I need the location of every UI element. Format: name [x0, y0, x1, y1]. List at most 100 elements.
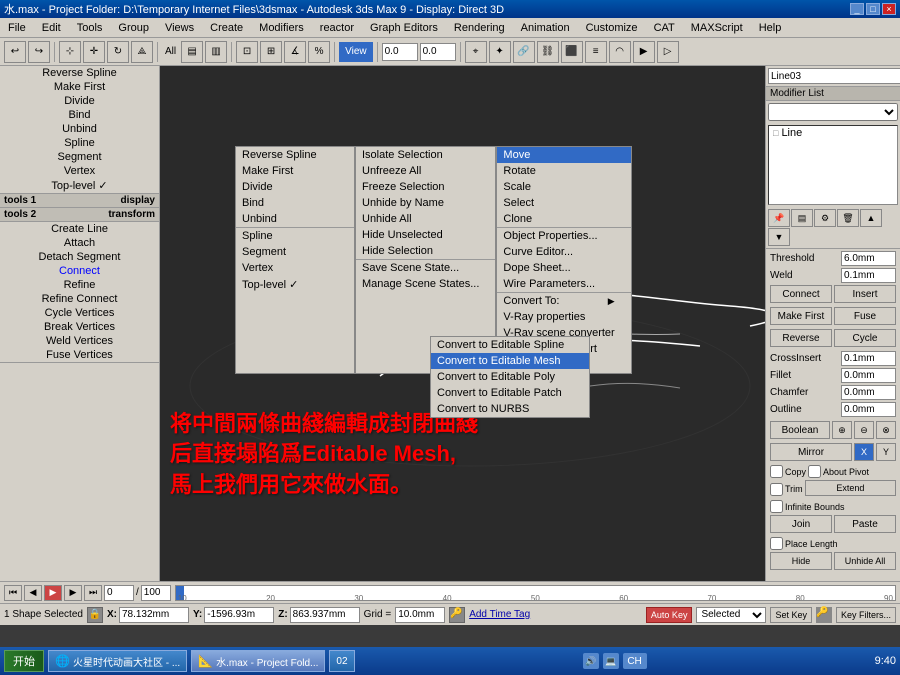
bool-sub-btn[interactable]: ⊖: [854, 421, 874, 439]
threshold-input[interactable]: [841, 251, 896, 266]
crossinsert-input[interactable]: [841, 351, 896, 366]
x-input[interactable]: [119, 607, 189, 623]
toolbar-link[interactable]: 🔗: [513, 41, 535, 63]
viewport[interactable]: Perspective X Y: [160, 66, 765, 581]
insert-btn[interactable]: Insert: [834, 285, 896, 303]
anim-play[interactable]: ▶: [44, 585, 62, 601]
submenu-editable-poly[interactable]: Convert to Editable Poly: [431, 369, 589, 385]
menu-maxscript[interactable]: MAXScript: [687, 21, 747, 35]
toolbar-rotate[interactable]: ↻: [107, 41, 129, 63]
ctx-hide-sel[interactable]: Hide Selection: [356, 243, 495, 259]
toolbar-redo[interactable]: ↪: [28, 41, 50, 63]
minimize-button[interactable]: _: [850, 3, 864, 15]
ctx-top-level[interactable]: Top-level ✓: [236, 276, 354, 293]
ctx-make-first[interactable]: Make First: [236, 163, 354, 179]
ctx-unfreeze-all[interactable]: Unfreeze All: [356, 163, 495, 179]
selection-dropdown[interactable]: Selected: [696, 607, 766, 623]
ctx-convert-to[interactable]: Convert To: ▶: [497, 292, 630, 309]
ctx-move[interactable]: Move: [497, 147, 630, 163]
ctx-scale[interactable]: Scale: [497, 179, 630, 195]
toolbar-view-btn[interactable]: View: [339, 42, 373, 62]
y-input[interactable]: [204, 607, 274, 623]
reverse-btn[interactable]: Reverse: [770, 329, 832, 347]
btn-detach-seg[interactable]: Detach Segment: [0, 250, 159, 264]
infinite-bounds-checkbox[interactable]: [770, 500, 783, 513]
btn-segment[interactable]: Segment: [0, 150, 159, 164]
paste-btn[interactable]: Paste: [834, 515, 896, 533]
modifier-dropdown[interactable]: [768, 103, 898, 121]
btn-create-line[interactable]: Create Line: [0, 222, 159, 236]
right-cfg-btn[interactable]: ⚙: [814, 209, 836, 227]
taskbar-item-02[interactable]: 02: [329, 650, 354, 672]
systray-network-icon[interactable]: 💻: [603, 653, 619, 669]
ctx-reverse-spline[interactable]: Reverse Spline: [236, 147, 354, 163]
add-time-tag[interactable]: Add Time Tag: [469, 609, 530, 620]
btn-fuse-vert[interactable]: Fuse Vertices: [0, 348, 159, 362]
frame-total-input[interactable]: [141, 585, 171, 601]
ctx-unbind[interactable]: Unbind: [236, 211, 354, 227]
menu-graph-editors[interactable]: Graph Editors: [366, 21, 442, 35]
anim-next-frame[interactable]: ▶: [64, 585, 82, 601]
right-move-dn-btn[interactable]: ▼: [768, 228, 790, 246]
submenu-editable-spline[interactable]: Convert to Editable Spline: [431, 337, 589, 353]
toolbar-undo[interactable]: ↩: [4, 41, 26, 63]
toolbar-snap[interactable]: ⊞: [260, 41, 282, 63]
btn-refine[interactable]: Refine: [0, 278, 159, 292]
connect-btn[interactable]: Connect: [770, 285, 832, 303]
outline-input[interactable]: [841, 402, 896, 417]
frame-current-input[interactable]: [104, 585, 134, 601]
toolbar-curve[interactable]: ◠: [609, 41, 631, 63]
ctx-select[interactable]: Select: [497, 195, 630, 211]
ctx-segment[interactable]: Segment: [236, 244, 354, 260]
menu-views[interactable]: Views: [161, 21, 198, 35]
right-del-btn[interactable]: 🗑: [837, 209, 859, 227]
btn-spline[interactable]: Spline: [0, 136, 159, 150]
timeline-bar[interactable]: 10 20 30 40 50 60 70 80 90: [175, 585, 896, 601]
menu-rendering[interactable]: Rendering: [450, 21, 509, 35]
fillet-input[interactable]: [841, 368, 896, 383]
toolbar-render2[interactable]: ▷: [657, 41, 679, 63]
toolbar-magnet[interactable]: ⌖: [465, 41, 487, 63]
systray-volume-icon[interactable]: 🔊: [583, 653, 599, 669]
right-show-btn[interactable]: ▤: [791, 209, 813, 227]
toolbar-field2[interactable]: [420, 43, 456, 61]
ctx-clone[interactable]: Clone: [497, 211, 630, 227]
ctx-save-scene[interactable]: Save Scene State...: [356, 259, 495, 276]
right-move-up-btn[interactable]: ▲: [860, 209, 882, 227]
btn-break-vert[interactable]: Break Vertices: [0, 320, 159, 334]
toolbar-btn1[interactable]: ▤: [181, 41, 203, 63]
start-button[interactable]: 开始: [4, 650, 44, 672]
btn-weld-vert[interactable]: Weld Vertices: [0, 334, 159, 348]
btn-connect[interactable]: Connect: [0, 264, 159, 278]
make-first-btn[interactable]: Make First: [770, 307, 832, 325]
menu-create[interactable]: Create: [206, 21, 247, 35]
taskbar-item-3dsmax[interactable]: 📐 水.max - Project Fold...: [191, 650, 325, 672]
weld-input[interactable]: [841, 268, 896, 283]
set-key-btn[interactable]: Set Key: [770, 607, 812, 623]
fuse-btn[interactable]: Fuse: [834, 307, 896, 325]
ctx-bind[interactable]: Bind: [236, 195, 354, 211]
ctx-vertex[interactable]: Vertex: [236, 260, 354, 276]
btn-divide[interactable]: Divide: [0, 94, 159, 108]
hide-btn[interactable]: Hide: [770, 552, 832, 570]
bool-union-btn[interactable]: ⊕: [832, 421, 852, 439]
menu-edit[interactable]: Edit: [38, 21, 65, 35]
taskbar-item-community[interactable]: 🌐 火星时代动画大社区 - ...: [48, 650, 187, 672]
menu-cat[interactable]: CAT: [650, 21, 679, 35]
btn-reverse-spline[interactable]: Reverse Spline: [0, 66, 159, 80]
systray-lang-icon[interactable]: CH: [623, 653, 647, 669]
trim-checkbox[interactable]: [770, 483, 783, 496]
mirror-x-btn[interactable]: X: [854, 443, 874, 461]
toolbar-btn2[interactable]: ▥: [205, 41, 227, 63]
mirror-btn[interactable]: Mirror: [770, 443, 852, 461]
toolbar-render[interactable]: ▶: [633, 41, 655, 63]
boolean-btn[interactable]: Boolean: [770, 421, 830, 439]
cycle-btn[interactable]: Cycle: [834, 329, 896, 347]
toolbar-scale[interactable]: ⟁: [131, 41, 153, 63]
chamfer-input[interactable]: [841, 385, 896, 400]
extend-btn[interactable]: Extend: [805, 480, 896, 496]
btn-top-level[interactable]: Top-level ✓: [0, 178, 159, 193]
toolbar-percent[interactable]: %: [308, 41, 330, 63]
ctx-dope-sheet[interactable]: Dope Sheet...: [497, 260, 630, 276]
menu-animation[interactable]: Animation: [517, 21, 574, 35]
